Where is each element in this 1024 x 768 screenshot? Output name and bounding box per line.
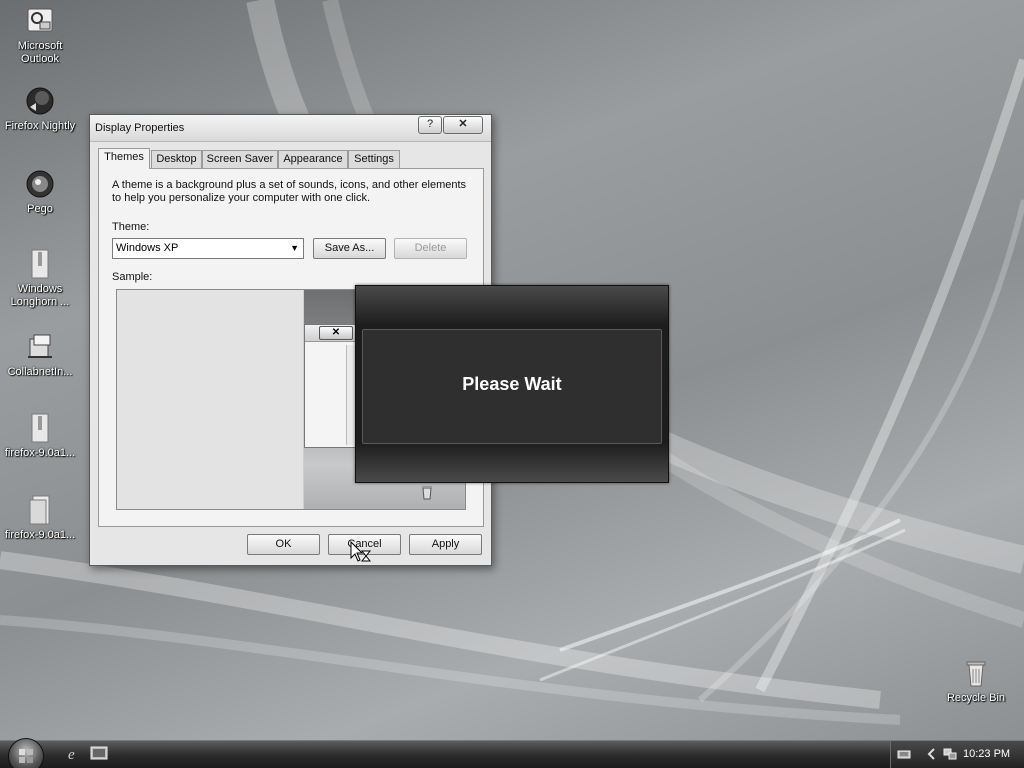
tab-appearance[interactable]: Appearance — [278, 150, 348, 168]
desktop-icon-label: Firefox Nightly — [4, 120, 76, 132]
desktop-icon-collabnet[interactable]: CollabnetIn... — [0, 331, 80, 379]
busy-cursor-icon — [350, 541, 372, 562]
desktop-icon-label: Windows Longhorn ... — [10, 283, 70, 308]
theme-select[interactable]: Windows XP ▼ — [112, 238, 304, 259]
window-title: Display Properties — [95, 122, 185, 134]
theme-select-value: Windows XP — [116, 242, 179, 254]
zip-folder-icon — [31, 413, 49, 443]
internet-explorer-icon[interactable]: e — [66, 745, 84, 761]
folder-icon — [29, 495, 50, 525]
outlook-icon — [27, 8, 53, 32]
chevron-left-icon[interactable] — [925, 747, 939, 761]
desktop-icon-label: Pego — [27, 203, 53, 215]
system-tray: 10:23 PM — [890, 741, 1024, 768]
tab-desktop[interactable]: Desktop — [151, 150, 202, 168]
desktop-icon-firefox-nightly[interactable]: Firefox Nightly — [0, 85, 80, 133]
ok-button[interactable]: OK — [247, 534, 320, 555]
taskbar — [0, 740, 1024, 768]
theme-label: Theme: — [112, 221, 150, 233]
desktop-icon-label: firefox-9.0a1... — [4, 447, 76, 459]
start-button[interactable] — [8, 738, 44, 768]
sample-label: Sample: — [112, 271, 153, 283]
recycle-bin-icon — [966, 661, 986, 687]
desktop-icon-label: Microsoft Outlook — [17, 40, 63, 65]
tab-screen-saver[interactable]: Screen Saver — [202, 150, 278, 168]
network-icon[interactable] — [943, 747, 957, 761]
show-desktop-icon[interactable] — [90, 745, 108, 761]
sample-window: ✕ — [304, 324, 358, 448]
clock[interactable]: 10:23 PM — [963, 748, 1010, 760]
help-button[interactable]: ? — [418, 116, 442, 134]
sample-close-icon: ✕ — [319, 326, 353, 340]
installer-icon — [28, 334, 52, 358]
please-wait-dialog: Please Wait — [355, 285, 669, 483]
desktop-icon-pego[interactable]: Pego — [0, 168, 80, 216]
windows-logo-icon — [19, 749, 33, 763]
sample-window-titlebar: ✕ — [305, 325, 357, 342]
tab-settings[interactable]: Settings — [348, 150, 400, 168]
desktop-icon-windows-longhorn[interactable]: Windows Longhorn ... — [0, 248, 80, 309]
desktop-icon-firefox-zip[interactable]: firefox-9.0a1... — [0, 412, 80, 460]
chevron-down-icon: ▼ — [290, 243, 299, 253]
please-wait-message: Please Wait — [462, 374, 562, 394]
desktop-icon-recycle-bin[interactable]: Recycle Bin — [936, 657, 1016, 705]
tab-themes[interactable]: Themes — [98, 148, 150, 169]
save-as-button[interactable]: Save As... — [313, 238, 386, 259]
desktop: Microsoft Outlook Firefox Nightly Pego W… — [0, 0, 1024, 768]
desktop-icon-firefox-folder[interactable]: firefox-9.0a1... — [0, 494, 80, 542]
desktop-icon-label: firefox-9.0a1... — [4, 529, 76, 541]
firefox-nightly-icon — [26, 87, 54, 115]
close-button[interactable]: ✕ — [443, 116, 483, 134]
sample-blank-area — [117, 290, 304, 509]
apply-button[interactable]: Apply — [409, 534, 482, 555]
zip-folder-icon — [31, 249, 49, 279]
window-titlebar[interactable]: Display Properties ? ✕ — [90, 115, 491, 142]
sample-recycle-bin-icon — [422, 486, 432, 500]
desktop-icon-label: CollabnetIn... — [7, 366, 73, 378]
pego-icon — [26, 170, 54, 198]
desktop-icon-outlook[interactable]: Microsoft Outlook — [0, 5, 80, 66]
delete-button[interactable]: Delete — [394, 238, 467, 259]
keyboard-icon[interactable] — [897, 747, 911, 761]
svg-text:e: e — [68, 747, 75, 761]
desktop-icon-label: Recycle Bin — [946, 692, 1006, 704]
please-wait-panel: Please Wait — [362, 329, 662, 444]
theme-description: A theme is a background plus a set of so… — [112, 179, 467, 204]
